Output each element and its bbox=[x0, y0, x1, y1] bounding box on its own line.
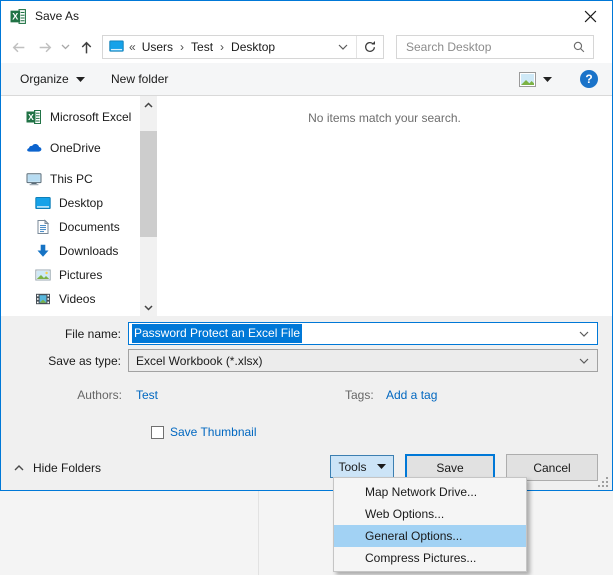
organize-button[interactable]: Organize bbox=[14, 63, 91, 95]
help-glyph: ? bbox=[585, 72, 592, 86]
background-divider bbox=[258, 491, 259, 575]
desktop-icon bbox=[35, 195, 51, 211]
chevron-down-icon bbox=[377, 464, 386, 469]
sidebar-item-label: Pictures bbox=[59, 268, 102, 282]
svg-text:X: X bbox=[12, 11, 18, 21]
chevron-down-icon bbox=[543, 77, 552, 82]
title-bar: X Save As bbox=[1, 1, 612, 31]
hide-folders-button[interactable]: Hide Folders bbox=[14, 461, 101, 475]
search-input[interactable] bbox=[397, 40, 572, 54]
resize-grip[interactable] bbox=[597, 476, 609, 488]
picture-icon bbox=[35, 267, 51, 283]
breadcrumb[interactable]: « Users › Test › Desktop bbox=[102, 35, 384, 59]
menu-item-general-options[interactable]: General Options... bbox=[334, 525, 526, 547]
sidebar-item-desktop[interactable]: Desktop bbox=[1, 191, 140, 215]
save-thumbnail-checkbox[interactable] bbox=[151, 426, 164, 439]
recent-locations-chevron-icon[interactable] bbox=[59, 38, 71, 56]
video-film-icon bbox=[35, 291, 51, 307]
desktop-location-icon bbox=[109, 40, 124, 54]
scroll-up-icon[interactable] bbox=[140, 96, 157, 113]
excel-app-icon: X bbox=[10, 8, 27, 25]
sidebar-item-this-pc[interactable]: This PC bbox=[1, 167, 140, 191]
command-bar: Organize New folder ? bbox=[1, 63, 612, 96]
navigation-bar: « Users › Test › Desktop bbox=[1, 31, 612, 63]
address-dropdown-chevron-icon[interactable] bbox=[330, 44, 356, 50]
sidebar-item-documents[interactable]: Documents bbox=[1, 215, 140, 239]
save-as-type-label: Save as type: bbox=[1, 350, 121, 372]
forward-icon[interactable] bbox=[36, 38, 54, 56]
empty-search-message: No items match your search. bbox=[157, 111, 612, 125]
breadcrumb-item-users[interactable]: Users bbox=[138, 40, 177, 54]
scroll-down-icon[interactable] bbox=[140, 299, 157, 316]
hide-folders-label: Hide Folders bbox=[33, 461, 101, 475]
cancel-label: Cancel bbox=[533, 461, 570, 475]
organize-label: Organize bbox=[20, 72, 69, 86]
authors-value-link[interactable]: Test bbox=[136, 387, 158, 403]
search-box[interactable] bbox=[396, 35, 594, 59]
help-button[interactable]: ? bbox=[580, 70, 598, 88]
breadcrumb-separator-icon: › bbox=[177, 40, 187, 54]
search-icon[interactable] bbox=[572, 40, 586, 54]
new-folder-label: New folder bbox=[111, 72, 168, 86]
breadcrumb-item-test[interactable]: Test bbox=[187, 40, 217, 54]
close-icon[interactable] bbox=[568, 1, 612, 31]
breadcrumb-overflow-chevrons[interactable]: « bbox=[129, 40, 138, 54]
save-as-type-select[interactable]: Excel Workbook (*.xlsx) bbox=[128, 349, 598, 372]
save-label: Save bbox=[436, 461, 463, 475]
save-as-dialog: X Save As bbox=[0, 0, 613, 491]
sidebar-item-label: This PC bbox=[50, 172, 93, 186]
menu-item-web-options[interactable]: Web Options... bbox=[334, 503, 526, 525]
svg-text:X: X bbox=[28, 112, 34, 122]
this-pc-monitor-icon bbox=[26, 171, 42, 187]
sidebar-scrollbar[interactable] bbox=[140, 96, 157, 316]
refresh-icon[interactable] bbox=[356, 36, 383, 58]
up-icon[interactable] bbox=[77, 38, 95, 56]
sidebar-item-videos[interactable]: Videos bbox=[1, 287, 140, 311]
tools-button[interactable]: Tools bbox=[330, 455, 394, 478]
file-name-input[interactable]: Password Protect an Excel File bbox=[128, 322, 598, 345]
save-thumbnail-label: Save Thumbnail bbox=[170, 425, 257, 439]
navigation-pane: X Microsoft Excel OneDrive bbox=[1, 96, 140, 316]
tools-label: Tools bbox=[338, 460, 366, 474]
file-name-label: File name: bbox=[1, 323, 121, 345]
sidebar-item-label: Downloads bbox=[59, 244, 118, 258]
sidebar-item-label: OneDrive bbox=[50, 141, 101, 155]
sidebar-item-pictures[interactable]: Pictures bbox=[1, 263, 140, 287]
menu-item-map-network-drive[interactable]: Map Network Drive... bbox=[334, 481, 526, 503]
scrollbar-thumb[interactable] bbox=[140, 131, 157, 237]
onedrive-cloud-icon bbox=[26, 140, 42, 156]
sidebar-item-label: Microsoft Excel bbox=[50, 110, 131, 124]
sidebar-item-onedrive[interactable]: OneDrive bbox=[1, 136, 140, 160]
new-folder-button[interactable]: New folder bbox=[105, 63, 174, 95]
change-view-button[interactable] bbox=[513, 63, 558, 95]
tools-menu: Map Network Drive... Web Options... Gene… bbox=[333, 477, 527, 572]
document-icon bbox=[35, 219, 51, 235]
chevron-up-icon bbox=[14, 465, 24, 471]
view-thumbnail-icon bbox=[519, 72, 536, 87]
content-area: X Microsoft Excel OneDrive bbox=[1, 96, 612, 316]
file-list-area[interactable]: No items match your search. bbox=[157, 96, 612, 316]
sidebar-item-label: Videos bbox=[59, 292, 95, 306]
excel-icon: X bbox=[26, 109, 42, 125]
sidebar-item-downloads[interactable]: Downloads bbox=[1, 239, 140, 263]
menu-item-compress-pictures[interactable]: Compress Pictures... bbox=[334, 547, 526, 569]
sidebar-item-label: Desktop bbox=[59, 196, 103, 210]
sidebar-item-label: Documents bbox=[59, 220, 120, 234]
chevron-down-icon bbox=[76, 77, 85, 82]
window-title: Save As bbox=[35, 9, 79, 23]
tags-label: Tags: bbox=[345, 387, 374, 403]
save-as-type-value: Excel Workbook (*.xlsx) bbox=[136, 354, 262, 368]
file-name-selected-text: Password Protect an Excel File bbox=[132, 324, 302, 343]
add-a-tag-link[interactable]: Add a tag bbox=[386, 387, 437, 403]
authors-label: Authors: bbox=[1, 387, 122, 403]
download-arrow-icon bbox=[35, 243, 51, 259]
chevron-down-icon[interactable] bbox=[579, 358, 589, 364]
back-icon[interactable] bbox=[9, 38, 27, 56]
breadcrumb-item-desktop[interactable]: Desktop bbox=[227, 40, 279, 54]
sidebar-item-microsoft-excel[interactable]: X Microsoft Excel bbox=[1, 105, 140, 129]
breadcrumb-separator-icon: › bbox=[217, 40, 227, 54]
chevron-down-icon[interactable] bbox=[579, 331, 589, 337]
